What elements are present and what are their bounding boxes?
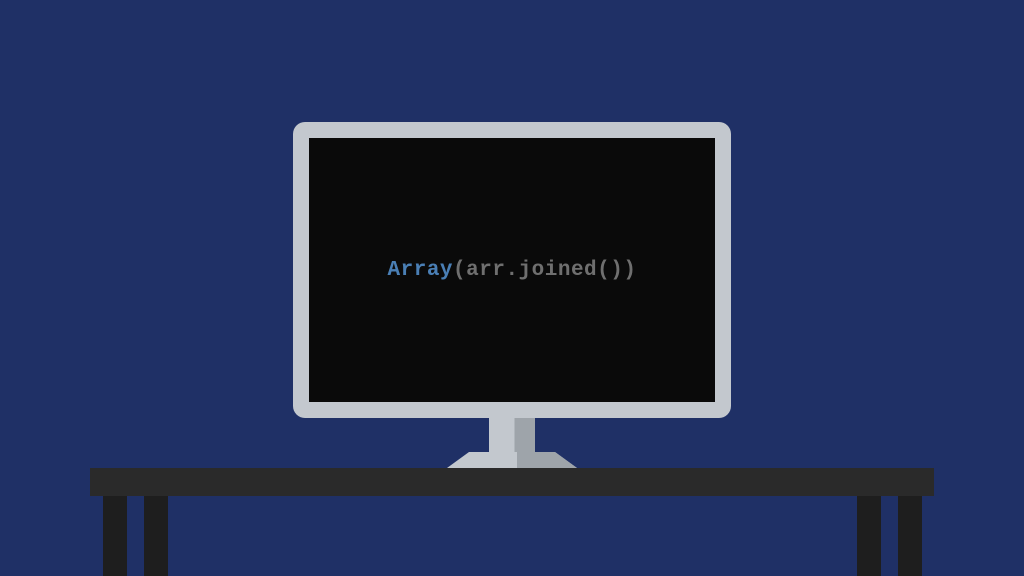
desk-leg [103,496,127,576]
code-expression: (arr.joined()) [453,259,636,282]
desk-surface [90,468,934,496]
code-keyword: Array [388,259,454,282]
desk-leg [857,496,881,576]
desk-leg [898,496,922,576]
monitor: Array(arr.joined()) [293,122,731,418]
illustration-scene: Array(arr.joined()) [0,0,1024,576]
monitor-stand-neck [489,418,535,454]
code-snippet: Array(arr.joined()) [388,259,637,282]
monitor-screen: Array(arr.joined()) [309,138,715,402]
monitor-bezel: Array(arr.joined()) [293,122,731,418]
monitor-stand-shadow [517,452,577,468]
desk-leg [144,496,168,576]
